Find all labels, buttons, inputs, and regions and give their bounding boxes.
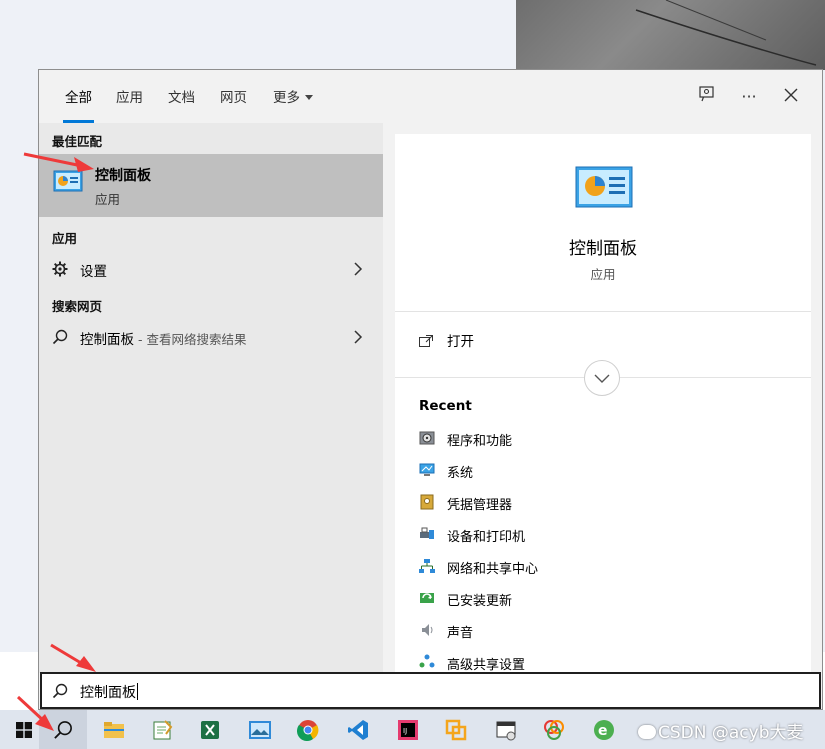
taskbar-chrome[interactable] [284, 710, 332, 749]
web-search-header: 搜索网页 [52, 299, 103, 314]
preview-title: 控制面板 [569, 239, 637, 259]
divider [395, 311, 811, 312]
more-options-button[interactable]: ··· [735, 82, 763, 110]
watermark: CSDN @acyb大麦 [638, 718, 804, 743]
tab-more-label: 更多 [273, 90, 300, 106]
best-match-title: 控制面板 [95, 168, 151, 184]
tab-all[interactable]: 全部 [63, 86, 94, 123]
feedback-button[interactable] [693, 82, 721, 110]
taskbar-file-explorer[interactable] [90, 710, 138, 749]
speaker-icon [419, 622, 435, 638]
recent-item-label: 网络和共享中心 [447, 562, 539, 577]
search-box[interactable]: 控制面板 [40, 672, 821, 709]
taskbar-photos[interactable] [236, 710, 284, 749]
expand-button[interactable] [584, 360, 620, 396]
taskbar-color-app[interactable] [530, 710, 578, 749]
web-search-query: 控制面板 [80, 332, 134, 348]
recent-header: Recent [419, 398, 472, 414]
tab-documents[interactable]: 文档 [168, 86, 195, 110]
close-button[interactable] [777, 82, 805, 110]
chevron-down-icon [305, 95, 313, 100]
tab-web[interactable]: 网页 [220, 86, 247, 110]
best-match-subtitle: 应用 [95, 192, 121, 207]
search-input-value: 控制面板 [80, 685, 136, 701]
tab-more[interactable]: 更多 [273, 86, 313, 110]
preview-subtitle: 应用 [590, 267, 616, 282]
chevron-right-icon[interactable] [353, 329, 363, 348]
installed-updates-icon [419, 590, 435, 606]
taskbar-intellij[interactable]: IJ [384, 710, 432, 749]
system-icon [419, 462, 435, 478]
open-action[interactable]: 打开 [419, 330, 474, 350]
taskbar: IJ e CSDN @acyb大麦 [0, 710, 825, 749]
close-icon [784, 87, 798, 106]
taskbar-notepad[interactable] [138, 710, 186, 749]
control-panel-large-icon [575, 166, 633, 208]
search-icon [52, 329, 68, 345]
excel-icon [199, 719, 221, 741]
taskbar-browser[interactable]: e [580, 710, 628, 749]
apps-header: 应用 [52, 231, 78, 246]
result-item-label: 设置 [80, 264, 107, 280]
results-column: 最佳匹配 控制面板 应用 应用 设置 搜索网页 控制面板 - 查看网络搜索结果 [39, 123, 383, 673]
desktop-wallpaper-photo [516, 0, 825, 70]
recent-item-label: 已安装更新 [447, 594, 513, 609]
vmware-icon [445, 719, 467, 741]
gear-icon [52, 261, 68, 277]
recent-item-label: 程序和功能 [447, 434, 513, 449]
devices-printers-icon [419, 526, 435, 542]
chrome-icon [297, 719, 319, 741]
annotation-arrow [16, 695, 54, 731]
vscode-icon [347, 719, 369, 741]
search-input[interactable]: 控制面板 [80, 682, 138, 702]
taskbar-vscode[interactable] [334, 710, 382, 749]
result-item-settings[interactable]: 设置 [39, 253, 383, 285]
recent-item-label: 系统 [447, 466, 474, 481]
web-search-label: 控制面板 - 查看网络搜索结果 [80, 328, 246, 348]
chevron-down-icon [594, 369, 610, 388]
advanced-sharing-icon [419, 654, 435, 670]
svg-text:e: e [598, 723, 608, 739]
feedback-icon [698, 85, 716, 107]
result-item-web-search[interactable]: 控制面板 - 查看网络搜索结果 [39, 321, 383, 353]
taskbar-vmware[interactable] [432, 710, 480, 749]
open-icon [419, 335, 433, 347]
programs-features-icon [419, 430, 435, 446]
taskbar-excel[interactable] [186, 710, 234, 749]
annotation-arrow [50, 643, 96, 672]
colorful-app-icon [543, 719, 565, 741]
chevron-right-icon[interactable] [353, 261, 363, 280]
preview-pane: 控制面板 应用 打开 Recent 程序和功能 系统 凭据管理器 设备和打印机 … [395, 134, 811, 673]
intellij-icon: IJ [397, 719, 419, 741]
recent-item-label: 声音 [447, 626, 474, 641]
open-label: 打开 [447, 334, 474, 350]
notepad-icon [151, 719, 173, 741]
folder-icon [103, 721, 125, 739]
search-panel: 全部 应用 文档 网页 更多 ··· 最佳匹配 控制面板 应用 应用 设置 搜索… [38, 69, 823, 710]
filter-tabs: 全部 应用 文档 网页 更多 ··· [39, 70, 822, 123]
photos-icon [248, 720, 272, 740]
recent-item-label: 凭据管理器 [447, 498, 513, 513]
recent-item-label: 设备和打印机 [447, 530, 526, 545]
taskbar-app[interactable] [482, 710, 530, 749]
annotation-arrow [23, 152, 94, 172]
web-search-suffix: - 查看网络搜索结果 [134, 332, 247, 347]
window-app-icon [495, 719, 517, 741]
wechat-icon [638, 725, 656, 739]
credential-manager-icon [419, 494, 435, 510]
watermark-text: CSDN @acyb大麦 [658, 723, 804, 743]
svg-text:IJ: IJ [403, 727, 407, 735]
text-cursor [137, 683, 138, 700]
browser-e-icon: e [593, 719, 615, 741]
tab-apps[interactable]: 应用 [116, 86, 143, 110]
network-center-icon [419, 558, 435, 574]
recent-item-label: 高级共享设置 [447, 658, 526, 673]
